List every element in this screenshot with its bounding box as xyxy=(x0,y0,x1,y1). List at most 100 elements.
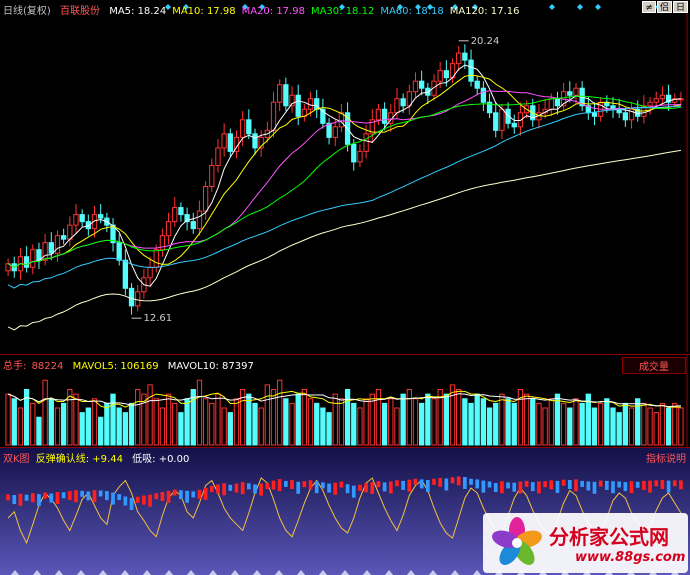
volume-bar-down xyxy=(474,393,480,446)
volume-bar-down xyxy=(104,402,110,446)
volume-bar-down xyxy=(184,398,190,446)
volume-bar-up xyxy=(233,398,240,446)
volume-bar-down xyxy=(227,412,233,446)
indicator-block-down xyxy=(228,484,233,491)
indicator-block-down xyxy=(604,480,609,490)
indicator-block-up xyxy=(364,483,368,493)
candle-down xyxy=(351,143,357,163)
candle-up xyxy=(499,108,505,131)
price-chart[interactable]: 20.24 12.61 xyxy=(0,0,690,352)
volume-bar-down xyxy=(326,412,332,446)
volume-bar-up xyxy=(523,393,530,446)
indicator-block-up xyxy=(376,481,381,488)
high-price-label: 20.24 xyxy=(471,36,500,47)
candle-down xyxy=(23,256,30,268)
toolbar-button-2[interactable]: 侣 xyxy=(656,1,672,13)
volume-tag[interactable]: 成交量 xyxy=(622,357,686,374)
indicator-block-down xyxy=(111,492,115,505)
volume-bar-up xyxy=(91,398,98,446)
volume-bar-up xyxy=(202,398,209,446)
volume-bar-up xyxy=(573,398,579,446)
indicator-block-down xyxy=(117,494,122,501)
indicator-block-up xyxy=(216,484,220,494)
indicator-bottom-triangle xyxy=(208,570,218,575)
volume-bar-down xyxy=(462,398,468,446)
indicator-block-down xyxy=(185,490,189,503)
indicator-block-down xyxy=(12,495,17,504)
volume-bar-up xyxy=(196,379,203,446)
indicator-bottom-triangle xyxy=(318,570,328,575)
candle-down xyxy=(622,112,629,121)
indicator-block-up xyxy=(358,484,362,491)
ma-label: MA20: 17.98 xyxy=(241,6,305,17)
volume-bar-up xyxy=(653,412,659,446)
candle-down xyxy=(227,133,233,152)
indicator-block-down xyxy=(37,494,41,507)
indicator-header: 双K图 反弹确认线: +9.44 低吸: +0.00 xyxy=(3,450,195,465)
indicator-block-down xyxy=(86,491,91,501)
indicator-pane[interactable]: 双K图 反弹确认线: +9.44 低吸: +0.00 指标说明 分析家公式网 w… xyxy=(0,447,690,575)
volume-bar-up xyxy=(456,389,462,446)
candle-down xyxy=(511,122,517,128)
candle-up xyxy=(573,87,579,96)
indicator-block-down xyxy=(104,491,109,501)
indicator-help-tag[interactable]: 指标说明 xyxy=(646,450,686,465)
ma-label: MA30: 18.12 xyxy=(310,6,375,17)
candle-up xyxy=(456,52,462,65)
indicator-block-up xyxy=(333,482,338,495)
volume-bar-up xyxy=(42,379,48,446)
volume-bar-up xyxy=(277,379,283,446)
candle-up xyxy=(172,207,178,223)
indicator-block-down xyxy=(623,482,628,492)
indicator-block-down xyxy=(580,480,585,487)
candle-down xyxy=(591,112,598,117)
indicator-block-down xyxy=(123,496,128,506)
indicator-block-up xyxy=(172,489,177,496)
indicator-block-down xyxy=(506,482,510,489)
volume-bar-down xyxy=(610,407,616,446)
indicator-bottom-triangle xyxy=(362,570,372,575)
volume-pane[interactable]: 总手: 88224 MAVOL5: 106169 MAVOL10: 87397 … xyxy=(0,354,690,447)
indicator-bottom-triangle xyxy=(450,570,460,575)
toolbar-button-1[interactable]: ≠ xyxy=(642,1,656,13)
watermark-url: www.88gs.com xyxy=(575,550,686,565)
volume-bar-up xyxy=(449,384,456,446)
volume-bar-up xyxy=(301,389,308,446)
candle-up xyxy=(653,98,659,103)
candle-down xyxy=(468,59,474,82)
indicator-block-down xyxy=(425,480,430,492)
toolbar-button-3[interactable]: 日 xyxy=(672,1,688,13)
indicator-block-down xyxy=(493,483,498,492)
candle-down xyxy=(48,242,54,254)
candle-down xyxy=(474,80,480,89)
volume-bar-up xyxy=(332,393,338,446)
indicator-block-up xyxy=(142,495,146,505)
volume-bar-up xyxy=(499,393,505,446)
volume-bar-down xyxy=(320,407,326,446)
indicator-block-down xyxy=(611,481,615,494)
volume-bar-up xyxy=(641,402,647,446)
volume-bar-up xyxy=(338,398,345,446)
volume-bar-up xyxy=(659,402,666,446)
indicator-block-up xyxy=(450,477,455,484)
volume-bar-down xyxy=(591,407,598,446)
indicator-block-up xyxy=(413,478,418,485)
price-pane[interactable]: 20.24 12.61 日线(复权) 百联股份 MA5: 18.24 MA10: 1… xyxy=(0,0,690,352)
indicator-block-up xyxy=(543,481,547,488)
indicator-block-up xyxy=(6,494,10,501)
indicator-block-down xyxy=(555,480,560,493)
indicator-block-up xyxy=(43,492,47,499)
volume-bar-down xyxy=(511,402,517,446)
volume-bar-down xyxy=(665,407,672,446)
indicator-bottom-triangle xyxy=(384,570,394,575)
volume-bar-down xyxy=(468,402,474,446)
indicator-block-up xyxy=(209,486,214,492)
indicator-block-down xyxy=(296,481,301,494)
volume-bar-down xyxy=(60,402,67,446)
candle-up xyxy=(209,164,215,188)
ma-line xyxy=(7,105,681,289)
indicator-block-down xyxy=(314,481,319,494)
candle-down xyxy=(122,259,129,289)
indicator-block-up xyxy=(672,480,677,487)
candle-down xyxy=(60,235,67,240)
